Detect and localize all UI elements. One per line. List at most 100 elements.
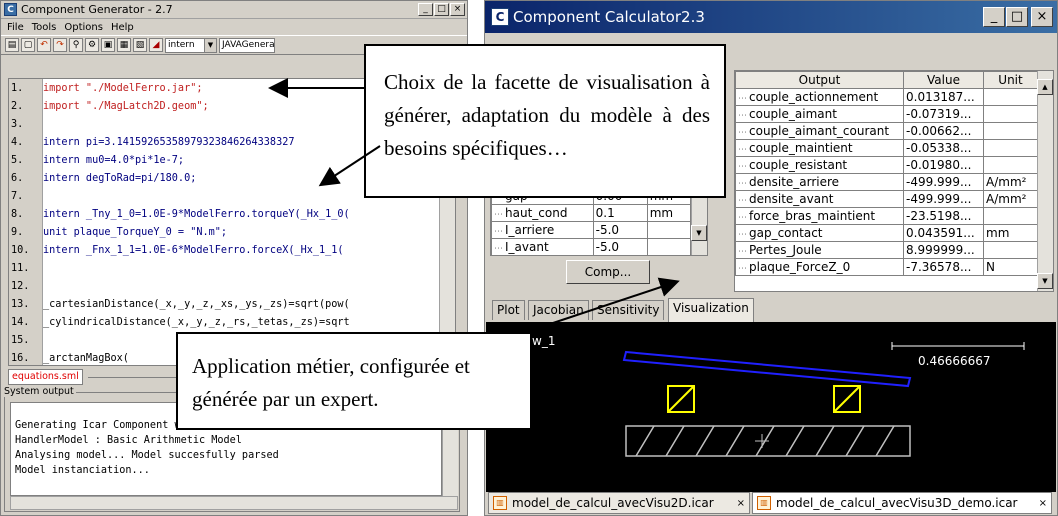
output-name: couple_aimant bbox=[735, 105, 904, 123]
scroll-down-icon[interactable]: ▼ bbox=[691, 225, 707, 241]
output-value: -7.36578... bbox=[903, 258, 984, 276]
cut-icon[interactable]: ▧ bbox=[133, 38, 147, 52]
code-line[interactable]: 13. _cartesianDistance(_x,_y,_z,_xs,_ys,_… bbox=[9, 297, 455, 313]
visualization-canvas[interactable]: w_1 0.46666667 bbox=[486, 322, 1056, 492]
tab-sensitivity[interactable]: Sensitivity bbox=[592, 300, 665, 320]
code-text: _arctanMagBox( bbox=[43, 353, 129, 364]
tab-equations[interactable]: equations.sml bbox=[8, 369, 83, 385]
scroll-up-icon[interactable]: ▲ bbox=[1037, 79, 1053, 95]
maximize-button[interactable]: □ bbox=[434, 3, 449, 16]
output-row[interactable]: gap_contact0.043591...mm bbox=[735, 224, 1038, 242]
undo-icon[interactable]: ↶ bbox=[37, 38, 51, 52]
output-name: plaque_ForceZ_0 bbox=[735, 258, 904, 276]
left-menubar: File Tools Options Help bbox=[1, 19, 467, 35]
output-value: -0.00662... bbox=[903, 122, 984, 140]
outputs-vscroll[interactable] bbox=[1037, 71, 1053, 291]
doc-tab-2d-label: model_de_calcul_avecVisu2D.icar bbox=[512, 496, 714, 510]
line-number: 7. bbox=[11, 191, 24, 202]
code-line[interactable]: 10. intern _Fnx_1_1=1.0E-6*ModelFerro.for… bbox=[9, 243, 455, 259]
tab-plot[interactable]: Plot bbox=[492, 300, 525, 320]
input-value[interactable]: -5.0 bbox=[592, 221, 648, 239]
input-name: haut_cond bbox=[491, 204, 594, 222]
output-value: -0.07319... bbox=[903, 105, 984, 123]
close-tab-icon[interactable]: × bbox=[1039, 498, 1047, 509]
code-line[interactable]: 14. _cylindricalDistance(_x,_y,_z,_rs,_te… bbox=[9, 315, 455, 331]
menu-tools[interactable]: Tools bbox=[32, 22, 57, 33]
line-number: 6. bbox=[11, 173, 24, 184]
line-number: 5. bbox=[11, 155, 24, 166]
line-number: 15. bbox=[11, 335, 30, 346]
tab-visualization[interactable]: Visualization bbox=[668, 298, 754, 322]
code-text: intern pi=3.1415926535897932384626433832… bbox=[43, 137, 295, 148]
unit-header[interactable]: Unit bbox=[983, 71, 1038, 89]
redo-icon[interactable]: ↷ bbox=[53, 38, 67, 52]
minimize-button[interactable]: _ bbox=[983, 7, 1005, 27]
open-folder-icon[interactable]: ▤ bbox=[5, 38, 19, 52]
menu-file[interactable]: File bbox=[7, 22, 24, 33]
doc-tab-3d[interactable]: ▥ model_de_calcul_avecVisu3D_demo.icar × bbox=[752, 492, 1052, 514]
input-row[interactable]: I_arriere-5.0 bbox=[491, 221, 692, 239]
tab-jacobian[interactable]: Jacobian bbox=[528, 300, 589, 320]
line-number: 14. bbox=[11, 317, 30, 328]
line-number: 9. bbox=[11, 227, 24, 238]
paste-icon[interactable]: ▦ bbox=[117, 38, 131, 52]
code-text: intern degToRad=pi/180.0; bbox=[43, 173, 197, 184]
output-unit: N bbox=[983, 258, 1038, 276]
doc-tab-3d-label: model_de_calcul_avecVisu3D_demo.icar bbox=[776, 496, 1018, 510]
output-unit bbox=[983, 156, 1038, 174]
output-unit bbox=[983, 105, 1038, 123]
scale-value: 0.46666667 bbox=[918, 354, 991, 368]
output-row[interactable]: force_bras_maintient-23.5198... bbox=[735, 207, 1038, 225]
output-value: -499.999... bbox=[903, 190, 984, 208]
facet-select[interactable]: intern ▼ bbox=[165, 37, 217, 53]
menu-help[interactable]: Help bbox=[111, 22, 134, 33]
input-row[interactable]: haut_cond0.1mm bbox=[491, 204, 692, 222]
output-row[interactable]: couple_resistant-0.01980... bbox=[735, 156, 1038, 174]
generator-select[interactable]: JAVAGenerat bbox=[219, 37, 275, 53]
value-header[interactable]: Value bbox=[903, 71, 984, 89]
output-row[interactable]: couple_maintient-0.05338... bbox=[735, 139, 1038, 157]
input-value[interactable]: -5.0 bbox=[592, 238, 648, 256]
output-header[interactable]: Output bbox=[735, 71, 904, 89]
compute-button[interactable]: Comp... bbox=[566, 260, 650, 284]
chevron-down-icon[interactable]: ▼ bbox=[204, 38, 216, 52]
replace-icon[interactable]: ⚙ bbox=[85, 38, 99, 52]
right-titlebar[interactable]: C Component Calculator2.3 _ □ × bbox=[485, 1, 1057, 33]
output-row[interactable]: densite_arriere-499.999...A/mm² bbox=[735, 173, 1038, 191]
code-text: intern _Tny_1_0=1.0E-9*ModelFerro.torque… bbox=[43, 209, 350, 220]
copy-icon[interactable]: ▣ bbox=[101, 38, 115, 52]
input-unit bbox=[646, 221, 692, 239]
app-icon: C bbox=[4, 3, 17, 16]
output-row[interactable]: couple_actionnement0.013187... bbox=[735, 88, 1038, 106]
menu-options[interactable]: Options bbox=[64, 22, 103, 33]
scale-bar bbox=[891, 342, 1025, 350]
code-line[interactable]: 8. intern _Tny_1_0=1.0E-9*ModelFerro.torq… bbox=[9, 207, 455, 223]
viz-drawing bbox=[622, 342, 1025, 457]
generator-select-value: JAVAGenerat bbox=[222, 39, 275, 50]
new-file-icon[interactable]: ▢ bbox=[21, 38, 35, 52]
find-icon[interactable]: ⚲ bbox=[69, 38, 83, 52]
doc-tab-2d[interactable]: ▥ model_de_calcul_avecVisu2D.icar × bbox=[488, 492, 750, 514]
minimize-button[interactable]: _ bbox=[418, 3, 433, 16]
code-line[interactable]: 9. unit plaque_TorqueY_0 = "N.m"; bbox=[9, 225, 455, 241]
left-titlebar[interactable]: C Component Generator - 2.7 _ □ × bbox=[1, 1, 467, 19]
output-row[interactable]: Pertes_Joule8.999999... bbox=[735, 241, 1038, 259]
output-unit bbox=[983, 241, 1038, 259]
input-row[interactable]: I_avant-5.0 bbox=[491, 238, 692, 256]
close-button[interactable]: × bbox=[1031, 7, 1053, 27]
input-value[interactable]: 0.1 bbox=[592, 204, 648, 222]
code-line[interactable]: 12. bbox=[9, 279, 455, 295]
close-tab-icon[interactable]: × bbox=[737, 498, 745, 509]
maximize-button[interactable]: □ bbox=[1006, 7, 1028, 27]
output-row[interactable]: couple_aimant_courant-0.00662... bbox=[735, 122, 1038, 140]
output-name: couple_maintient bbox=[735, 139, 904, 157]
output-row[interactable]: densite_avant-499.999...A/mm² bbox=[735, 190, 1038, 208]
output-row[interactable]: couple_aimant-0.07319... bbox=[735, 105, 1038, 123]
line-number: 11. bbox=[11, 263, 30, 274]
console-hscroll[interactable] bbox=[10, 496, 458, 510]
eraser-icon[interactable]: ◢ bbox=[149, 38, 163, 52]
scroll-down-icon[interactable]: ▼ bbox=[1037, 273, 1053, 289]
code-line[interactable]: 11. bbox=[9, 261, 455, 277]
output-row[interactable]: plaque_ForceZ_0-7.36578...N bbox=[735, 258, 1038, 276]
close-button[interactable]: × bbox=[450, 3, 465, 16]
